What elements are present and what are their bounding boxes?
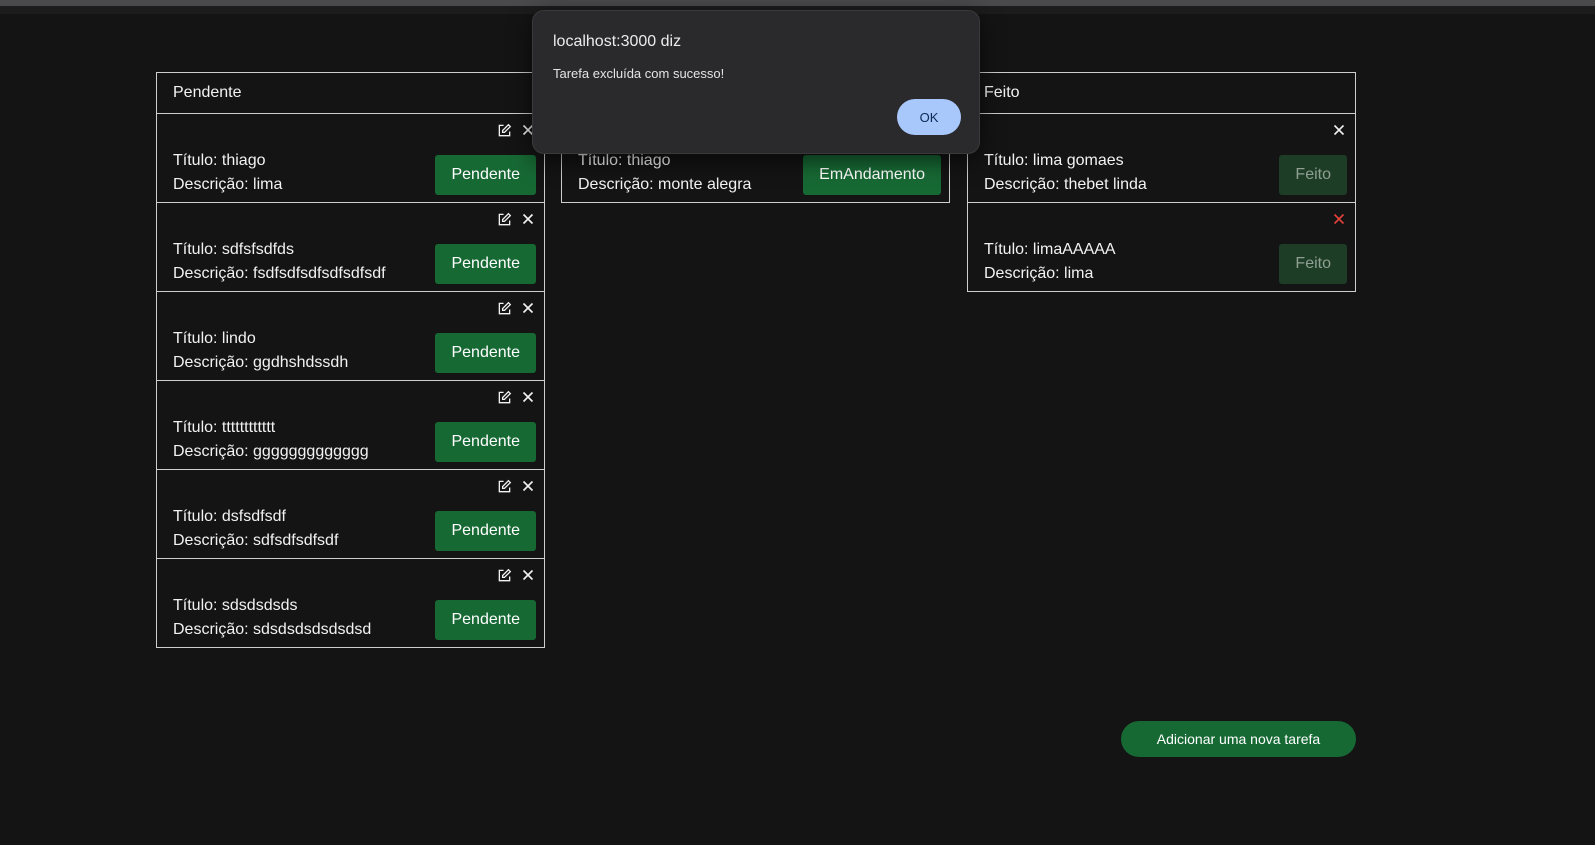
edit-icon[interactable] — [496, 122, 512, 138]
task-description: Descrição: monte alegra — [578, 176, 752, 193]
task-description: Descrição: lima — [984, 265, 1094, 282]
task-title: Título: thiago — [173, 152, 266, 169]
status-button[interactable]: Pendente — [435, 600, 536, 640]
task-title: Título: sdfsfsdfds — [173, 241, 294, 258]
column-feito: Feito Título: lima gomaes Descrição: the… — [967, 72, 1356, 292]
task-description: Descrição: thebet linda — [984, 176, 1147, 193]
status-button[interactable]: Pendente — [435, 511, 536, 551]
edit-icon[interactable] — [496, 211, 512, 227]
edit-icon[interactable] — [496, 567, 512, 583]
status-button[interactable]: Pendente — [435, 244, 536, 284]
task-card: Título: dsfsdfsdf Descrição: sdfsdfsdfsd… — [157, 470, 544, 559]
task-title: Título: tttttttttttt — [173, 419, 276, 436]
close-icon[interactable] — [520, 389, 536, 405]
close-icon[interactable] — [520, 211, 536, 227]
close-icon[interactable] — [520, 567, 536, 583]
task-card: Título: tttttttttttt Descrição: gggggggg… — [157, 381, 544, 470]
ok-button[interactable]: OK — [897, 99, 961, 135]
task-card: Título: sdfsfsdfds Descrição: fsdfsdfsdf… — [157, 203, 544, 292]
column-header: Feito — [968, 73, 1355, 114]
task-description: Descrição: sdfsdfsdfsdf — [173, 532, 339, 549]
task-title: Título: lindo — [173, 330, 256, 347]
dialog-title: localhost:3000 diz — [553, 33, 682, 50]
task-title: Título: sdsdsdsds — [173, 597, 298, 614]
status-button[interactable]: Feito — [1279, 244, 1347, 284]
task-description: Descrição: lima — [173, 176, 283, 193]
alert-dialog: localhost:3000 diz Tarefa excluída com s… — [532, 10, 980, 154]
task-card: Título: sdsdsdsds Descrição: sdsdsdsdsds… — [157, 559, 544, 647]
status-button[interactable]: EmAndamento — [803, 155, 941, 195]
task-card: Título: lima gomaes Descrição: thebet li… — [968, 114, 1355, 203]
edit-icon[interactable] — [496, 478, 512, 494]
task-title: Título: limaAAAAA — [984, 241, 1116, 258]
status-button[interactable]: Pendente — [435, 333, 536, 373]
edit-icon[interactable] — [496, 300, 512, 316]
task-card: Título: lindo Descrição: ggdhshdssdh Pen… — [157, 292, 544, 381]
close-icon[interactable] — [520, 478, 536, 494]
status-button[interactable]: Feito — [1279, 155, 1347, 195]
task-card: Título: limaAAAAA Descrição: lima Feito — [968, 203, 1355, 291]
task-card: Título: thiago Descrição: lima Pendente — [157, 114, 544, 203]
task-title: Título: lima gomaes — [984, 152, 1124, 169]
task-description: Descrição: fsdfsdfsdfsdfsdfsdf — [173, 265, 386, 282]
close-icon[interactable] — [1331, 122, 1347, 138]
close-icon[interactable] — [1331, 211, 1347, 227]
status-button[interactable]: Pendente — [435, 422, 536, 462]
dialog-message: Tarefa excluída com sucesso! — [553, 66, 725, 81]
status-button[interactable]: Pendente — [435, 155, 536, 195]
close-icon[interactable] — [520, 300, 536, 316]
column-pendente: Pendente Título: thiago Descrição: lima … — [156, 72, 545, 648]
column-header: Pendente — [157, 73, 544, 114]
task-title: Título: dsfsdfsdf — [173, 508, 286, 525]
add-task-button[interactable]: Adicionar uma nova tarefa — [1121, 721, 1356, 757]
task-description: Descrição: ggggggggggggg — [173, 443, 369, 460]
edit-icon[interactable] — [496, 389, 512, 405]
task-description: Descrição: ggdhshdssdh — [173, 354, 349, 371]
task-description: Descrição: sdsdsdsdsdsdsd — [173, 621, 372, 638]
